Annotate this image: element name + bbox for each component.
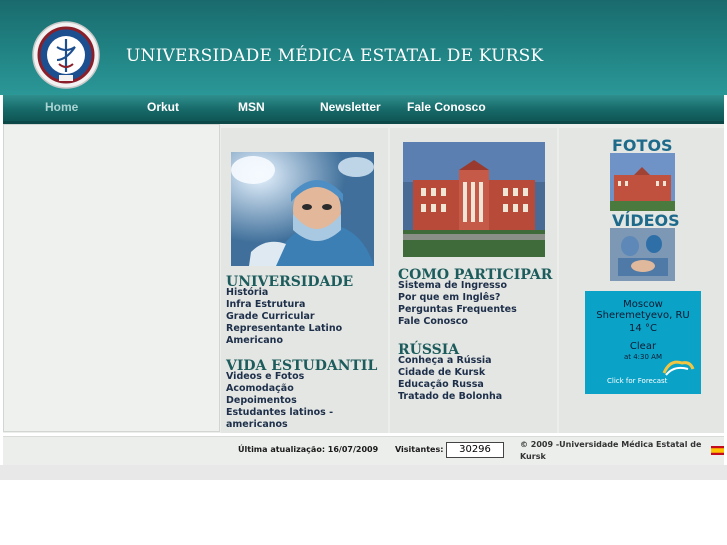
link-sistema-ingresso[interactable]: Sistema de Ingresso — [398, 280, 517, 292]
russia-links: Conheça a Rússia Cidade de Kursk Educaçã… — [398, 355, 502, 403]
weather-forecast-link[interactable]: Click for Forecast — [607, 377, 667, 385]
copyright-text: © 2009 -Universidade Médica Estatal de K… — [520, 440, 702, 461]
link-historia[interactable]: História — [226, 287, 342, 299]
nav-home[interactable]: Home — [45, 100, 78, 114]
visitors-label: Visitantes: — [395, 445, 444, 454]
fotos-thumbnail[interactable] — [610, 153, 675, 211]
link-acomodacao[interactable]: Acomodação — [226, 383, 333, 395]
main-nav: Home Orkut MSN Newsletter Fale Conosco — [3, 95, 724, 124]
link-estudantes-latinos[interactable]: Estudantes latinos - — [226, 407, 333, 419]
university-building-photo — [403, 142, 545, 257]
link-depoimentos[interactable]: Depoimentos — [226, 395, 333, 407]
link-infra-estrutura[interactable]: Infra Estrutura — [226, 299, 342, 311]
nav-msn[interactable]: MSN — [238, 100, 265, 114]
link-estudantes-latinos-cont[interactable]: americanos — [226, 419, 333, 431]
spanish-flag-icon[interactable] — [711, 446, 724, 455]
videos-thumbnail[interactable] — [610, 228, 675, 281]
site-footer: Última atualização: 16/07/2009 Visitante… — [3, 436, 724, 466]
vida-estudantil-links: Videos e Fotos Acomodação Depoimentos Es… — [226, 371, 333, 431]
link-representante-latino[interactable]: Representante Latino — [226, 323, 342, 335]
link-por-que-ingles[interactable]: Por que em Inglês? — [398, 292, 517, 304]
link-representante-latino-cont[interactable]: Americano — [226, 335, 342, 347]
site-header: UNIVERSIDADE MÉDICA ESTATAL DE KURSK — [0, 0, 727, 95]
last-update-text: Última atualização: 16/07/2009 — [238, 445, 379, 454]
weather-logo-icon — [662, 360, 695, 376]
nav-orkut[interactable]: Orkut — [147, 100, 179, 114]
universidade-links: História Infra Estrutura Grade Curricula… — [226, 287, 342, 347]
link-grade-curricular[interactable]: Grade Curricular — [226, 311, 342, 323]
como-participar-links: Sistema de Ingresso Por que em Inglês? P… — [398, 280, 517, 328]
link-tratado-bolonha[interactable]: Tratado de Bolonha — [398, 391, 502, 403]
weather-widget[interactable]: Moscow Sheremetyevo, RU 14 °C Clear at 4… — [585, 291, 701, 394]
weather-temperature: 14 °C — [629, 323, 657, 334]
nav-fale-conosco[interactable]: Fale Conosco — [407, 100, 486, 114]
weather-city: Moscow — [623, 299, 663, 310]
link-conheca-russia[interactable]: Conheça a Rússia — [398, 355, 502, 367]
left-panel — [3, 124, 220, 432]
university-seal-logo[interactable] — [31, 20, 101, 90]
surgeon-photo — [231, 152, 374, 266]
nav-newsletter[interactable]: Newsletter — [320, 100, 381, 114]
link-fale-conosco[interactable]: Fale Conosco — [398, 316, 517, 328]
site-title: UNIVERSIDADE MÉDICA ESTATAL DE KURSK — [126, 46, 544, 66]
weather-location: Moscow Sheremetyevo, RU — [585, 299, 701, 321]
link-videos-fotos[interactable]: Videos e Fotos — [226, 371, 333, 383]
weather-condition: Clear — [629, 341, 657, 352]
bottom-band — [0, 465, 727, 480]
link-perguntas-frequentes[interactable]: Perguntas Frequentes — [398, 304, 517, 316]
weather-station: Sheremetyevo, RU — [596, 310, 690, 321]
link-educacao-russa[interactable]: Educação Russa — [398, 379, 502, 391]
link-cidade-kursk[interactable]: Cidade de Kursk — [398, 367, 502, 379]
visitor-counter: 30296 — [446, 442, 504, 458]
